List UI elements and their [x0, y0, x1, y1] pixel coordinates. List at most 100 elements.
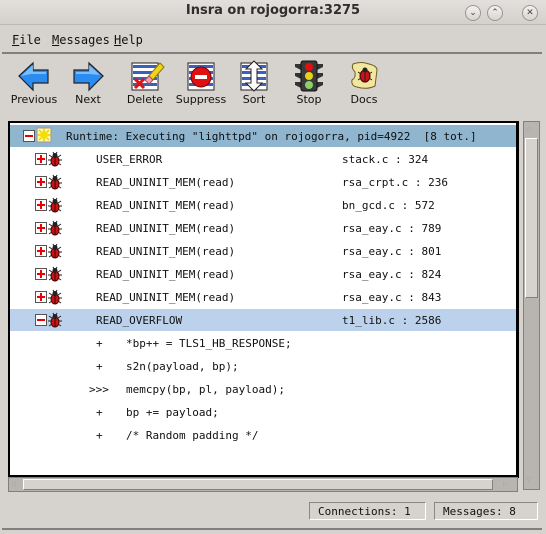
- horizontal-scrollbar[interactable]: ◁ ▷: [8, 477, 518, 492]
- menu-file-label: ile: [19, 33, 41, 47]
- source-line-code: *bp++ = TLS1_HB_RESPONSE;: [126, 337, 292, 350]
- menu-messages-label: essages: [59, 33, 110, 47]
- expand-toggle[interactable]: [35, 199, 47, 211]
- expand-toggle[interactable]: [35, 176, 47, 188]
- sort-icon: [240, 60, 268, 92]
- message-location: rsa_eay.c : 789: [342, 222, 442, 235]
- message-name: READ_UNINIT_MEM(read): [96, 176, 236, 189]
- menu-messages[interactable]: Messages: [52, 33, 110, 47]
- scroll-right-icon[interactable]: ▷: [503, 478, 508, 490]
- docs-scroll-icon: [351, 62, 378, 89]
- collapse-toggle[interactable]: [23, 130, 35, 142]
- source-line-code: memcpy(bp, pl, payload);: [126, 383, 285, 396]
- message-tree[interactable]: Runtime: Executing "lighttpd" on rojogor…: [8, 121, 519, 478]
- message-row[interactable]: READ_UNINIT_MEM(read) rsa_eay.c : 824: [10, 263, 516, 285]
- runtime-sun-icon: [36, 127, 52, 143]
- message-row[interactable]: USER_ERROR stack.c : 324: [10, 148, 516, 170]
- close-button[interactable]: ✕: [522, 5, 538, 21]
- source-line-code: bp += payload;: [126, 406, 219, 419]
- sort-label: Sort: [242, 93, 266, 106]
- message-name: READ_UNINIT_MEM(read): [96, 199, 236, 212]
- menu-bar: File Messages Help: [2, 25, 542, 54]
- stop-button[interactable]: Stop: [282, 60, 336, 112]
- expand-toggle[interactable]: [35, 268, 47, 280]
- previous-button[interactable]: Previous: [7, 60, 61, 112]
- message-location: stack.c : 324: [342, 153, 429, 166]
- source-line-row[interactable]: + *bp++ = TLS1_HB_RESPONSE;: [10, 332, 516, 354]
- source-line-marker: +: [96, 429, 103, 442]
- source-line-row[interactable]: + /* Random padding */: [10, 424, 516, 446]
- source-line-code: /* Random padding */: [126, 429, 259, 442]
- bug-icon: [48, 174, 62, 190]
- message-row[interactable]: READ_UNINIT_MEM(read) rsa_crpt.c : 236: [10, 171, 516, 193]
- sort-button[interactable]: Sort: [227, 60, 281, 112]
- bug-icon: [48, 220, 62, 236]
- close-icon: ✕: [526, 8, 534, 18]
- chevron-up-icon: ⌃: [491, 8, 499, 18]
- suppress-label: Suppress: [175, 93, 227, 106]
- message-name: READ_UNINIT_MEM(read): [96, 291, 236, 304]
- horizontal-scroll-thumb[interactable]: [23, 479, 493, 490]
- stop-label: Stop: [296, 93, 322, 106]
- source-line-marker: +: [96, 337, 103, 350]
- expand-toggle[interactable]: [35, 291, 47, 303]
- chevron-down-icon: ⌄: [469, 8, 477, 18]
- source-line-marker: +: [96, 360, 103, 373]
- vertical-scrollbar[interactable]: △ ▽: [523, 121, 540, 490]
- message-name: READ_OVERFLOW: [96, 314, 183, 327]
- suppress-button[interactable]: Suppress: [174, 60, 228, 112]
- title-bar: Insra on rojogorra:3275 ⌄ ⌃ ✕: [0, 0, 546, 25]
- message-location: rsa_eay.c : 843: [342, 291, 442, 304]
- next-label: Next: [75, 93, 101, 106]
- message-location: t1_lib.c : 2586: [342, 314, 442, 327]
- message-name: READ_UNINIT_MEM(read): [96, 245, 236, 258]
- source-line-marker: +: [96, 406, 103, 419]
- menu-help-label: elp: [121, 33, 143, 47]
- menu-help[interactable]: Help: [114, 33, 143, 47]
- toolbar: Previous Next Delete Suppress Sort Stop …: [2, 56, 542, 116]
- runtime-header-text: Runtime: Executing "lighttpd" on rojogor…: [66, 130, 477, 143]
- bug-icon: [48, 151, 62, 167]
- bug-icon: [48, 266, 62, 282]
- message-row[interactable]: READ_UNINIT_MEM(read) rsa_eay.c : 789: [10, 217, 516, 239]
- scroll-left-icon[interactable]: ◁: [10, 478, 15, 490]
- maximize-button[interactable]: ⌃: [487, 5, 503, 21]
- message-row[interactable]: READ_UNINIT_MEM(read) rsa_eay.c : 801: [10, 240, 516, 262]
- expand-toggle[interactable]: [35, 245, 47, 257]
- source-line-marker: >>>: [89, 383, 109, 396]
- message-row[interactable]: READ_UNINIT_MEM(read) bn_gcd.c : 572: [10, 194, 516, 216]
- previous-label: Previous: [10, 93, 58, 106]
- message-row[interactable]: READ_OVERFLOW t1_lib.c : 2586: [10, 309, 516, 331]
- expand-toggle[interactable]: [35, 222, 47, 234]
- vertical-scroll-thumb[interactable]: [525, 138, 538, 298]
- expand-toggle[interactable]: [35, 153, 47, 165]
- docs-button[interactable]: Docs: [337, 60, 391, 112]
- collapse-toggle[interactable]: [35, 314, 47, 326]
- source-line-row[interactable]: + bp += payload;: [10, 401, 516, 423]
- runtime-header-row[interactable]: Runtime: Executing "lighttpd" on rojogor…: [10, 125, 516, 147]
- minimize-button[interactable]: ⌄: [465, 5, 481, 21]
- message-row[interactable]: READ_UNINIT_MEM(read) rsa_eay.c : 843: [10, 286, 516, 308]
- delete-eraser-icon: [131, 62, 165, 91]
- bug-icon: [48, 312, 62, 328]
- message-location: bn_gcd.c : 572: [342, 199, 435, 212]
- scroll-down-icon[interactable]: ▽: [526, 474, 531, 486]
- delete-button[interactable]: Delete: [118, 60, 172, 112]
- arrow-right-icon: [73, 61, 104, 92]
- source-line-code: s2n(payload, bp);: [126, 360, 239, 373]
- message-name: READ_UNINIT_MEM(read): [96, 222, 236, 235]
- source-line-row[interactable]: >>> memcpy(bp, pl, payload);: [10, 378, 516, 400]
- delete-label: Delete: [126, 93, 164, 106]
- window-bottom-border: [2, 528, 542, 530]
- suppress-icon: [187, 62, 215, 91]
- traffic-light-icon: [295, 60, 323, 92]
- messages-status: Messages: 8: [434, 502, 538, 520]
- source-line-row[interactable]: + s2n(payload, bp);: [10, 355, 516, 377]
- next-button[interactable]: Next: [61, 60, 115, 112]
- bug-icon: [48, 289, 62, 305]
- bug-icon: [48, 197, 62, 213]
- message-name: READ_UNINIT_MEM(read): [96, 268, 236, 281]
- message-location: rsa_eay.c : 801: [342, 245, 442, 258]
- menu-file[interactable]: File: [12, 33, 41, 47]
- scroll-up-icon[interactable]: △: [526, 123, 531, 135]
